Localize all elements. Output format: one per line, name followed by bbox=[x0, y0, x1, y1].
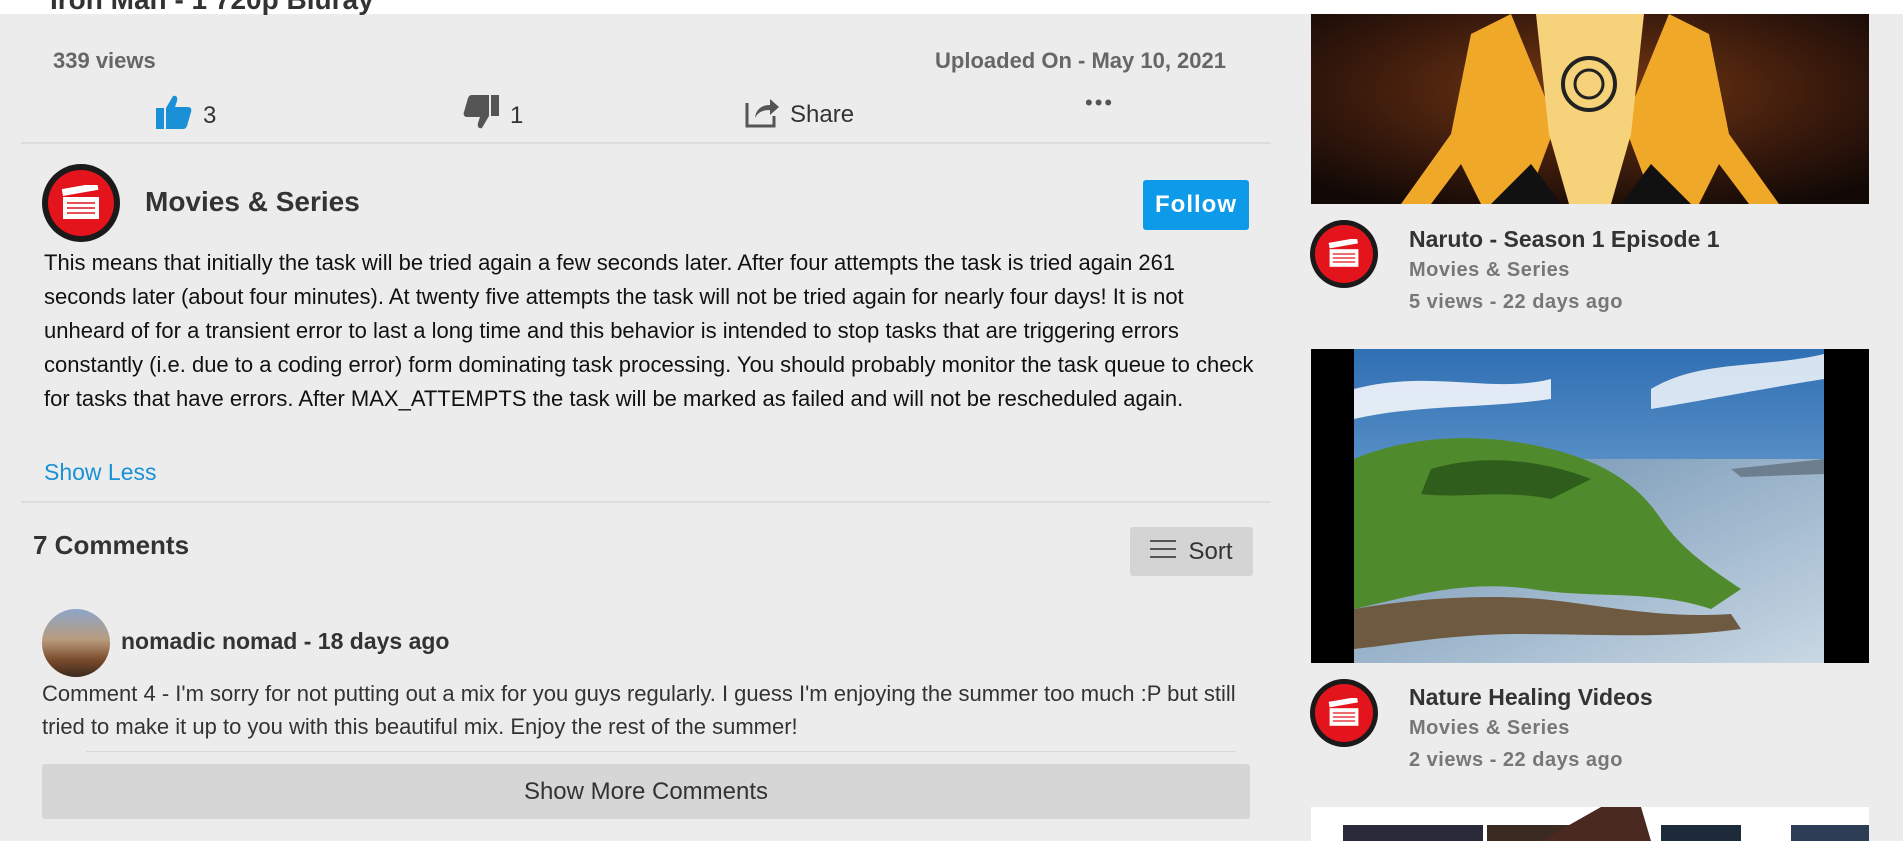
video-thumbnail[interactable] bbox=[1311, 807, 1869, 841]
menu-icon bbox=[1150, 538, 1177, 566]
comment-text: Comment 4 - I'm sorry for not putting ou… bbox=[42, 681, 1236, 739]
recommended-video-title[interactable]: Nature Healing Videos bbox=[1409, 684, 1653, 711]
sort-button[interactable]: Sort bbox=[1130, 527, 1253, 576]
divider bbox=[21, 142, 1271, 144]
channel-avatar[interactable] bbox=[1310, 679, 1378, 747]
naruto-thumbnail-image bbox=[1311, 14, 1869, 204]
show-more-comments-button[interactable]: Show More Comments bbox=[42, 764, 1250, 819]
show-less-link[interactable]: Show Less bbox=[44, 459, 157, 486]
video-description: This means that initially the task will … bbox=[44, 250, 1254, 411]
channel-avatar[interactable] bbox=[1310, 220, 1378, 288]
channel-name[interactable]: Movies & Series bbox=[145, 186, 360, 218]
view-count: 339 views bbox=[53, 48, 156, 73]
recommended-video-meta: 2 views - 22 days ago bbox=[1409, 749, 1623, 771]
commenter-avatar[interactable] bbox=[42, 609, 110, 677]
follow-button[interactable]: Follow bbox=[1143, 180, 1249, 230]
recommended-channel-name[interactable]: Movies & Series bbox=[1409, 717, 1570, 740]
share-label: Share bbox=[790, 100, 855, 128]
like-button[interactable]: 3 bbox=[155, 94, 216, 137]
dislike-count: 1 bbox=[510, 101, 524, 129]
comment-author: nomadic nomad - 18 days ago bbox=[121, 628, 450, 654]
dislike-button[interactable]: 1 bbox=[462, 94, 523, 137]
like-count: 3 bbox=[203, 101, 217, 129]
clapperboard-icon bbox=[1328, 239, 1359, 267]
thumbs-down-icon bbox=[462, 94, 500, 137]
nature-thumbnail-image bbox=[1354, 349, 1824, 663]
video-thumbnail[interactable] bbox=[1311, 14, 1869, 204]
channel-avatar[interactable] bbox=[42, 164, 120, 242]
more-options-button[interactable]: ••• bbox=[1085, 90, 1114, 116]
recommended-channel-name[interactable]: Movies & Series bbox=[1409, 259, 1570, 282]
comments-count: 7 Comments bbox=[33, 530, 190, 560]
share-icon bbox=[744, 94, 780, 135]
video-title: Iron Man - 1 720p Bluray bbox=[50, 0, 374, 16]
divider bbox=[86, 751, 1236, 752]
divider bbox=[21, 501, 1271, 503]
clapperboard-icon bbox=[61, 185, 99, 219]
more-icon: ••• bbox=[1085, 90, 1115, 115]
upload-date: Uploaded On - May 10, 2021 bbox=[935, 48, 1226, 73]
thumbs-up-icon bbox=[155, 94, 193, 137]
movie-thumbnail-image bbox=[1311, 807, 1869, 841]
recommended-video-meta: 5 views - 22 days ago bbox=[1409, 291, 1623, 313]
clapperboard-icon bbox=[1328, 698, 1359, 726]
share-button[interactable]: Share bbox=[744, 94, 854, 135]
sort-label: Sort bbox=[1188, 537, 1233, 565]
video-thumbnail[interactable] bbox=[1311, 349, 1869, 663]
recommended-video-title[interactable]: Naruto - Season 1 Episode 1 bbox=[1409, 226, 1720, 253]
